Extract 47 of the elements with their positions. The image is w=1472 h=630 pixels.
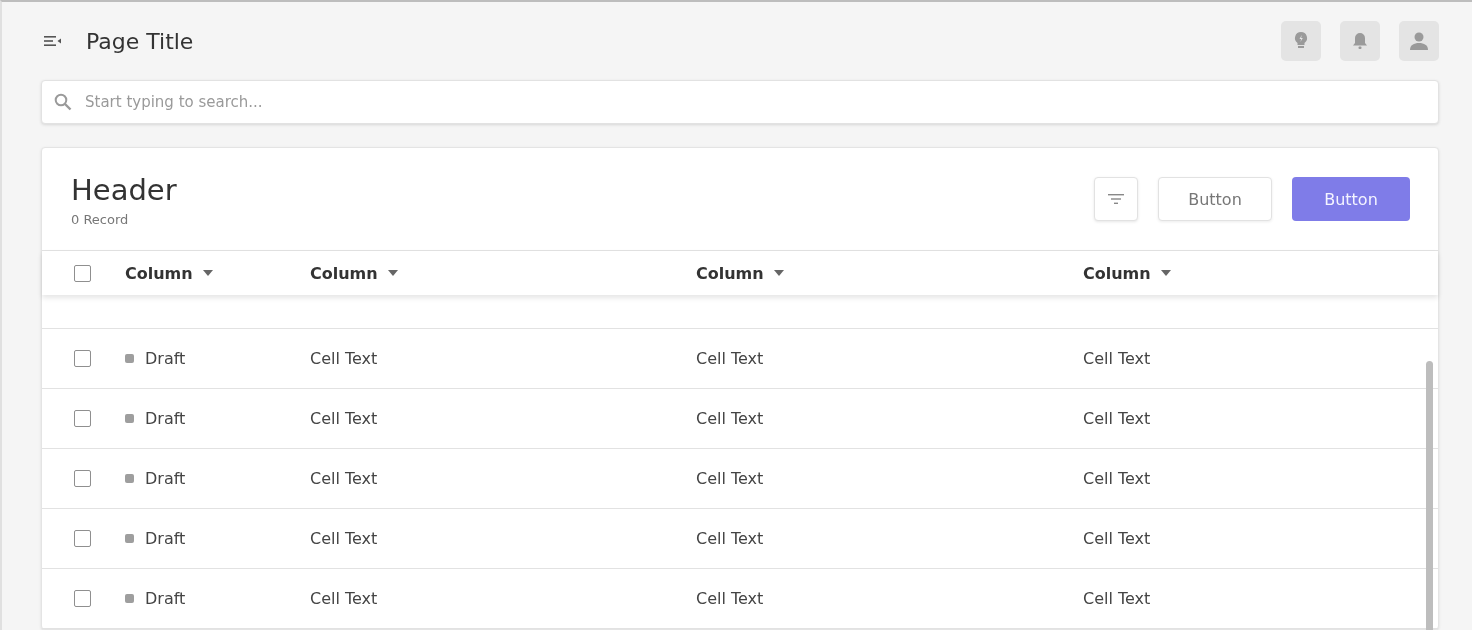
table-cell: Cell Text: [1083, 409, 1151, 428]
row-checkbox[interactable]: [74, 470, 91, 487]
table-cell: Cell Text: [310, 529, 378, 548]
table-cell: Cell Text: [1083, 529, 1151, 548]
table-cell: Cell Text: [310, 349, 378, 368]
lightbulb-icon[interactable]: [1281, 21, 1321, 61]
column-header[interactable]: Column: [696, 263, 1083, 283]
row-checkbox[interactable]: [74, 410, 91, 427]
row-checkbox[interactable]: [74, 590, 91, 607]
user-icon[interactable]: [1399, 21, 1439, 61]
bell-icon[interactable]: [1340, 21, 1380, 61]
column-header[interactable]: Column: [310, 263, 696, 283]
sort-caret-icon: [387, 270, 398, 276]
column-header[interactable]: Column: [1083, 263, 1438, 283]
table-cell: Cell Text: [696, 409, 764, 428]
status-text: Draft: [145, 589, 186, 608]
menu-icon[interactable]: [44, 34, 62, 48]
table-cell: Cell Text: [1083, 589, 1151, 608]
status-text: Draft: [145, 409, 186, 428]
status-text: Draft: [145, 469, 186, 488]
record-count: 0 Record: [71, 212, 130, 227]
sort-caret-icon: [202, 270, 213, 276]
column-header[interactable]: Column: [125, 263, 310, 283]
scrollbar-thumb[interactable]: [1426, 361, 1433, 630]
table-cell: Cell Text: [696, 469, 764, 488]
card-header: Header: [71, 172, 177, 208]
table-cell: Cell Text: [696, 589, 764, 608]
table-cell: Cell Text: [1083, 469, 1151, 488]
table-cell: Cell Text: [696, 349, 764, 368]
table-cell: Cell Text: [696, 529, 764, 548]
table-cell: Cell Text: [310, 409, 378, 428]
table-cell: Cell Text: [310, 469, 378, 488]
row-checkbox[interactable]: [74, 530, 91, 547]
search-icon: [54, 93, 72, 111]
secondary-button[interactable]: Button: [1158, 177, 1272, 221]
select-all-checkbox[interactable]: [74, 264, 91, 282]
row-checkbox[interactable]: [74, 350, 91, 367]
table-cell: Cell Text: [310, 589, 378, 608]
status-text: Draft: [145, 529, 186, 548]
sort-caret-icon: [1160, 270, 1171, 276]
filter-icon: [1108, 193, 1124, 205]
page-title: Page Title: [86, 28, 194, 54]
table-cell: Cell Text: [1083, 349, 1151, 368]
search-field[interactable]: Start typing to search...: [41, 80, 1439, 124]
sort-caret-icon: [773, 270, 784, 276]
filter-button[interactable]: [1094, 177, 1138, 221]
status-text: Draft: [145, 349, 186, 368]
